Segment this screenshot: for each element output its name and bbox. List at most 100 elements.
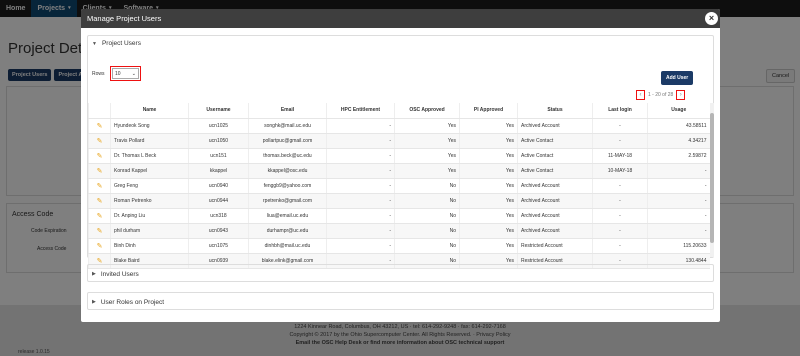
cell-last-login: -	[592, 133, 648, 149]
column-header-hpc-entitlement[interactable]: HPC Entitlement	[326, 103, 395, 119]
cell-osc-approved: Yes	[394, 148, 460, 164]
project-users-heading: Project Users	[101, 40, 141, 47]
table-row: ✎ Binh Dinh ucn1075 dinhbh@mail.uc.edu - No Ye…	[88, 238, 710, 254]
column-header-pi-approved[interactable]: PI Approved	[459, 103, 518, 119]
pencil-icon[interactable]: ✎	[97, 198, 103, 205]
cell-osc-approved: Yes	[394, 133, 460, 149]
chevron-right-icon: ▶	[92, 271, 96, 277]
pencil-icon[interactable]: ✎	[97, 168, 103, 175]
rows-per-page-select[interactable]: 10 ⌄	[110, 66, 141, 81]
cell-email: pollartpuc@gmail.com	[248, 133, 327, 149]
pencil-icon[interactable]: ✎	[97, 213, 103, 220]
pencil-icon[interactable]: ✎	[97, 183, 103, 190]
cell-osc-approved: No	[394, 208, 460, 224]
chevron-down-icon: ▼	[92, 40, 97, 47]
column-header-last-login[interactable]: Last login	[592, 103, 648, 119]
cell-status: Archived Account	[517, 223, 593, 239]
cell-username: ucn1025	[188, 118, 249, 134]
cell-hpc-entitlement: -	[326, 178, 395, 194]
cell-email: durhampr@uc.edu	[248, 223, 327, 239]
previous-page-button[interactable]: ‹	[636, 90, 645, 100]
cell-hpc-entitlement: -	[326, 163, 395, 179]
cell-hpc-entitlement: -	[326, 208, 395, 224]
cell-status: Archived Account	[517, 118, 593, 134]
cell-usage: 115.20633	[647, 238, 710, 254]
project-users-toggle[interactable]: ▼ Project Users	[88, 36, 713, 51]
table-header-row: Name Username Email HPC Entitlement OSC …	[88, 103, 710, 119]
manage-project-users-modal: Manage Project Users ▼ Project Users Row…	[81, 9, 720, 322]
chevron-right-icon: ›	[679, 92, 682, 98]
cell-username: ucn0944	[188, 193, 249, 209]
invited-users-toggle[interactable]: ▶ Invited Users	[88, 265, 713, 283]
cell-pi-approved: Yes	[459, 118, 518, 134]
cell-user-name: Roman Petrenko	[110, 193, 189, 209]
pencil-icon[interactable]: ✎	[97, 243, 103, 250]
edit-cell: ✎	[88, 133, 111, 149]
column-header-username[interactable]: Username	[188, 103, 249, 119]
table-scrollbar[interactable]	[710, 103, 714, 257]
cell-pi-approved: Yes	[459, 148, 518, 164]
column-header-usage[interactable]: Usage	[647, 103, 710, 119]
rows-per-page-value: 10	[115, 70, 121, 77]
pencil-icon[interactable]: ✎	[97, 228, 103, 235]
cell-usage: 2.59872	[647, 148, 710, 164]
table-row: ✎ Travis Pollard ucn1050 pollartpuc@gmail.c…	[88, 133, 710, 149]
users-table-body: ✎ Hyundeok Song ucn1025 songhk@mail.uc.edu -…	[88, 118, 710, 269]
pencil-icon[interactable]: ✎	[97, 138, 103, 145]
user-roles-heading: User Roles on Project	[100, 298, 165, 306]
cell-status: Active Contact	[517, 148, 593, 164]
edit-cell: ✎	[88, 223, 111, 239]
rows-label: Rows	[92, 71, 105, 77]
cell-email: fenggb9@yahoo.com	[248, 178, 327, 194]
cell-hpc-entitlement: -	[326, 133, 395, 149]
cell-hpc-entitlement: -	[326, 193, 395, 209]
cell-usage: -	[647, 193, 710, 209]
cell-last-login: 11-MAY-18	[592, 148, 648, 164]
chevron-left-icon: ‹	[639, 92, 642, 98]
table-row: ✎ Dr. Thomas L Beck ucn151 thomas.beck@uc.e…	[88, 148, 710, 164]
pencil-icon[interactable]: ✎	[97, 123, 103, 130]
cell-pi-approved: Yes	[459, 163, 518, 179]
column-header-status[interactable]: Status	[517, 103, 593, 119]
cell-last-login: -	[592, 208, 648, 224]
scrollbar-thumb[interactable]	[710, 113, 714, 243]
pagination-status: 1 - 20 of 28	[648, 92, 674, 98]
cell-usage: -	[647, 223, 710, 239]
cell-email: thomas.beck@uc.edu	[248, 148, 327, 164]
cell-pi-approved: Yes	[459, 223, 518, 239]
cell-status: Archived Account	[517, 193, 593, 209]
cell-user-name: phil durham	[110, 223, 189, 239]
cell-pi-approved: Yes	[459, 193, 518, 209]
cell-user-name: Hyundeok Song	[110, 118, 189, 134]
table-row: ✎ phil durham ucn0943 durhampr@uc.edu - No Yes…	[88, 223, 710, 239]
cell-username: ucn0940	[188, 178, 249, 194]
cell-osc-approved: No	[394, 178, 460, 194]
table-row: ✎ Roman Petrenko ucn0944 rpetrenko@gmail.co…	[88, 193, 710, 209]
edit-cell: ✎	[88, 193, 111, 209]
cell-email: dinhbh@mail.uc.edu	[248, 238, 327, 254]
cell-username: ucn0943	[188, 223, 249, 239]
cell-pi-approved: Yes	[459, 178, 518, 194]
cell-last-login: -	[592, 193, 648, 209]
user-roles-toggle[interactable]: ▶ User Roles on Project	[88, 293, 713, 311]
cell-user-name: Dr. Thomas L Beck	[110, 148, 189, 164]
table-row: ✎ Greg Feng ucn0940 fenggb9@yahoo.com - No Yes…	[88, 178, 710, 194]
cell-status: Archived Account	[517, 208, 593, 224]
cell-email: liua@email.uc.edu	[248, 208, 327, 224]
cell-pi-approved: Yes	[459, 238, 518, 254]
column-header-osc-approved[interactable]: OSC Approved	[394, 103, 460, 119]
cell-status: Active Contact	[517, 133, 593, 149]
cell-user-name: Binh Dinh	[110, 238, 189, 254]
modal-title: Manage Project Users	[81, 9, 720, 28]
pencil-icon[interactable]: ✎	[97, 153, 103, 160]
add-user-button[interactable]: Add User	[661, 71, 694, 85]
column-header-name[interactable]: Name	[110, 103, 189, 119]
cell-hpc-entitlement: -	[326, 238, 395, 254]
next-page-button[interactable]: ›	[676, 90, 686, 100]
cell-user-name: Konrad Kappel	[110, 163, 189, 179]
cell-status: Restricted Account	[517, 238, 593, 254]
cell-email: rpetrenko@gmail.com	[248, 193, 327, 209]
cell-hpc-entitlement: -	[326, 118, 395, 134]
column-header-email[interactable]: Email	[248, 103, 327, 119]
close-icon[interactable]: ×	[705, 12, 718, 25]
